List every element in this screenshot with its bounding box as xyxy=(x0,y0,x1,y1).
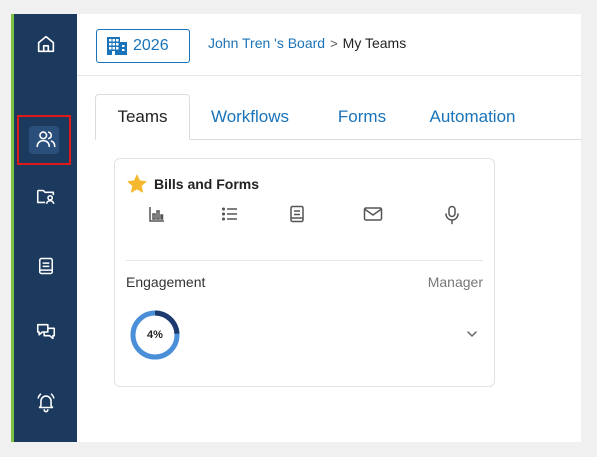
card-divider xyxy=(126,260,483,261)
sidebar-item-book[interactable] xyxy=(14,241,77,291)
sidebar-item-home[interactable] xyxy=(14,19,77,69)
building-icon xyxy=(107,37,127,55)
year-label: 2026 xyxy=(133,37,169,54)
engagement-progress-value: 4% xyxy=(147,329,163,341)
tab-teams[interactable]: Teams xyxy=(95,94,190,140)
sidebar-item-notifications[interactable] xyxy=(14,377,77,427)
top-bar: 2026 John Tren 's Board > My Teams xyxy=(77,14,581,76)
sidebar-item-folder-user[interactable] xyxy=(14,171,77,221)
tab-automation[interactable]: Automation xyxy=(415,94,530,140)
main-content: 2026 John Tren 's Board > My Teams Teams… xyxy=(77,14,581,442)
microphone-icon[interactable] xyxy=(444,205,460,230)
chart-icon[interactable] xyxy=(148,205,166,228)
chevron-down-icon[interactable] xyxy=(466,327,478,345)
tab-forms[interactable]: Forms xyxy=(323,94,401,140)
bell-icon xyxy=(36,393,55,413)
tab-bar: Teams Workflows Forms Automation xyxy=(95,94,581,140)
document-icon[interactable] xyxy=(288,205,306,228)
list-icon[interactable] xyxy=(221,205,239,228)
card-title: Bills and Forms xyxy=(126,173,259,195)
breadcrumb-separator: > xyxy=(330,35,338,51)
breadcrumb: John Tren 's Board > My Teams xyxy=(208,35,406,51)
engagement-label: Engagement xyxy=(126,274,206,290)
card-title-text: Bills and Forms xyxy=(154,176,260,192)
manager-label: Manager xyxy=(427,274,483,290)
home-icon xyxy=(37,35,54,53)
mail-icon[interactable] xyxy=(363,205,383,228)
book-icon xyxy=(38,257,53,275)
users-icon xyxy=(36,131,55,148)
sidebar-item-teams[interactable] xyxy=(14,114,77,165)
breadcrumb-board-link[interactable]: John Tren 's Board xyxy=(208,35,325,51)
year-selector-button[interactable]: 2026 xyxy=(96,29,190,63)
team-card[interactable]: Bills and Forms Engagement Manager 4% xyxy=(114,158,495,387)
sidebar xyxy=(11,14,77,442)
folder-user-icon xyxy=(36,189,55,205)
star-icon xyxy=(127,174,147,193)
tab-workflows[interactable]: Workflows xyxy=(195,94,305,140)
sidebar-item-chat[interactable] xyxy=(14,307,77,357)
chat-icon xyxy=(36,323,55,340)
breadcrumb-current: My Teams xyxy=(342,35,407,51)
